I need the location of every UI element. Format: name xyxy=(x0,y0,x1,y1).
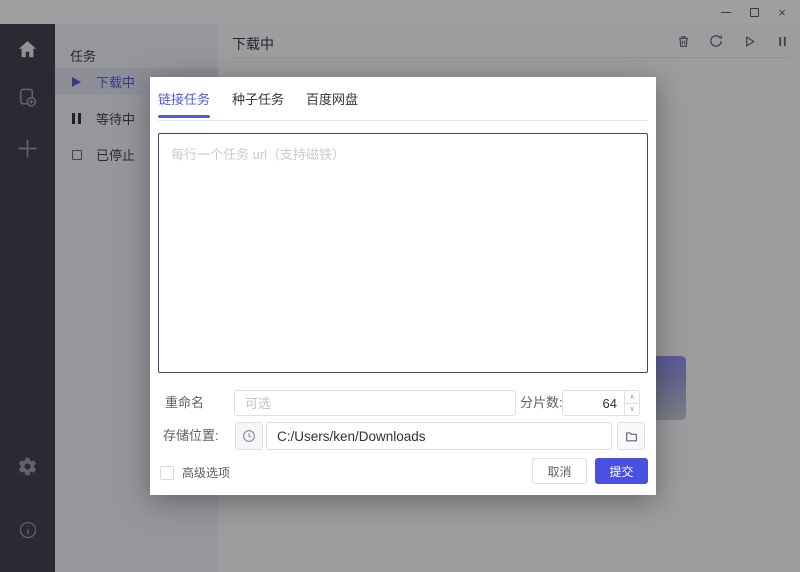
splits-stepper: ∧ ∨ xyxy=(562,390,640,416)
app-window: × 任务 下载中 等待中 已停止 下载中 链接任务 种子任务 百度网盘 每行一个… xyxy=(0,0,800,572)
new-task-dialog: 链接任务 种子任务 百度网盘 重命名 分片数: ∧ ∨ 存储位置: 高级选项 取… xyxy=(150,77,656,495)
tab-torrent-task[interactable]: 种子任务 xyxy=(232,77,284,120)
folder-icon xyxy=(625,431,637,441)
dialog-tabs: 链接任务 种子任务 百度网盘 xyxy=(158,77,648,121)
clock-icon xyxy=(242,429,256,443)
cancel-button[interactable]: 取消 xyxy=(532,458,587,484)
submit-button[interactable]: 提交 xyxy=(595,458,648,484)
task-url-textarea[interactable] xyxy=(158,133,648,373)
advanced-options-checkbox[interactable] xyxy=(160,465,174,480)
history-locations-button[interactable] xyxy=(235,422,263,450)
stepper-down-icon[interactable]: ∨ xyxy=(625,402,639,416)
location-label: 存储位置: xyxy=(163,428,219,443)
rename-input[interactable] xyxy=(234,390,516,416)
advanced-options-toggle[interactable]: 高级选项 xyxy=(160,464,230,481)
tab-link-task[interactable]: 链接任务 xyxy=(158,77,211,120)
stepper-buttons: ∧ ∨ xyxy=(624,391,639,415)
advanced-options-label: 高级选项 xyxy=(182,466,231,480)
browse-folder-button[interactable] xyxy=(617,422,645,450)
download-path-input[interactable] xyxy=(266,422,612,450)
splits-label: 分片数: xyxy=(520,395,563,410)
rename-label: 重命名 xyxy=(165,395,205,410)
stepper-up-icon[interactable]: ∧ xyxy=(625,391,639,403)
tab-baidu-netdisk[interactable]: 百度网盘 xyxy=(306,77,358,120)
